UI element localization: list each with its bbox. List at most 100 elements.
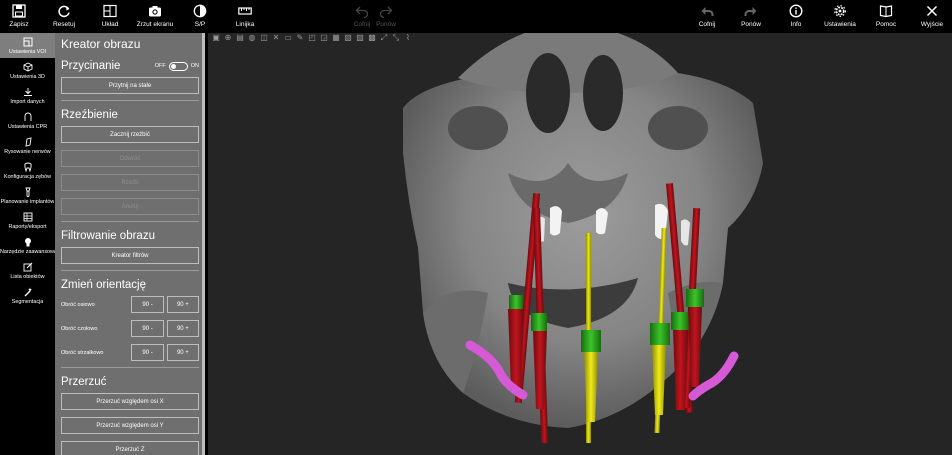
- crop-toggle[interactable]: [168, 61, 188, 71]
- 3d-viewport[interactable]: ▣ ⊕ ▤ ◍ ◫ ✕ ▭ ✎ ◰ ◲ ▦ ▧ ▨ ▩ ⤢ ⤡ ⌇: [208, 33, 952, 455]
- gear-icon: [834, 5, 846, 17]
- vp-tool-16-icon[interactable]: ⤡: [391, 33, 401, 43]
- info-icon: [789, 4, 803, 18]
- nav-data-import[interactable]: Import danych: [0, 83, 55, 108]
- vp-tool-12-icon[interactable]: ▧: [343, 33, 353, 43]
- center-redo-button[interactable]: Ponów: [374, 0, 398, 33]
- help-button[interactable]: Pomoc: [871, 0, 901, 33]
- start-sculpt-button[interactable]: Zacznij rzeźbić: [61, 126, 199, 143]
- nav-reports-export[interactable]: Raporty/eksport: [0, 208, 55, 233]
- vp-tool-7-icon[interactable]: ▭: [283, 33, 293, 43]
- invert-button[interactable]: Odwróć: [61, 150, 199, 167]
- vp-tool-10-icon[interactable]: ◲: [319, 33, 329, 43]
- nav-cpr-settings[interactable]: Ustawienia CPR: [0, 108, 55, 133]
- main-toolbar: Zapisz Resetuj Układ Zrzut ekranu S/P Li…: [0, 0, 952, 33]
- close-icon: [926, 5, 938, 17]
- image-wizard-panel: Kreator obrazu Przycinanie OFF ON Przytn…: [55, 33, 205, 455]
- rotate-coronal-row: Obróć czołowo 90 - 90 +: [61, 320, 200, 337]
- nav-object-list[interactable]: Lista obiektów: [0, 258, 55, 283]
- cancel-button[interactable]: Anuluj: [61, 198, 199, 215]
- reset-button[interactable]: Resetuj: [49, 0, 79, 33]
- vp-tool-5-icon[interactable]: ◫: [259, 33, 269, 43]
- vp-tool-1-icon[interactable]: ▣: [211, 33, 221, 43]
- crop-toggle-group: OFF ON: [155, 61, 199, 71]
- flip-x-button[interactable]: Przerzuć względem osi X: [61, 393, 199, 410]
- refresh-icon: [58, 5, 70, 18]
- cbct-render: [403, 33, 763, 444]
- rotate-sagittal-row: Obróć strzałkowo 90 - 90 +: [61, 344, 200, 361]
- toggle-on-label: ON: [190, 63, 199, 69]
- rotate-sagittal-minus-button[interactable]: 90 -: [131, 344, 164, 361]
- nav-advanced-tool[interactable]: Narzędzie zaawansowane: [0, 233, 55, 258]
- exit-button[interactable]: Wyjście: [917, 0, 947, 33]
- layout-button[interactable]: Układ: [95, 0, 125, 33]
- undo-icon: [701, 7, 714, 16]
- save-button[interactable]: Zapisz: [4, 0, 34, 33]
- vp-tool-2-icon[interactable]: ⊕: [223, 33, 233, 43]
- filter-wizard-button[interactable]: Kreator filtrów: [61, 247, 199, 264]
- nav-nerve-drawing[interactable]: Rysowanie nerwów: [0, 133, 55, 158]
- panel-scrollbar[interactable]: [202, 33, 205, 455]
- sp-button[interactable]: S/P: [185, 0, 215, 33]
- nav-3d-settings[interactable]: Ustawienia 3D: [0, 58, 55, 83]
- screenshot-button[interactable]: Zrzut ekranu: [136, 0, 174, 33]
- vp-tool-15-icon[interactable]: ⤢: [379, 33, 389, 43]
- toggle-knob: [170, 63, 176, 69]
- vp-tool-8-icon[interactable]: ✎: [295, 33, 305, 43]
- contrast-icon: [193, 4, 207, 18]
- vp-tool-4-icon[interactable]: ◍: [247, 33, 257, 43]
- vp-tool-13-icon[interactable]: ▨: [355, 33, 365, 43]
- vp-tool-9-icon[interactable]: ◰: [307, 33, 317, 43]
- rotate-axial-row: Obróć osiowo 90 - 90 +: [61, 296, 200, 313]
- camera-icon: [149, 6, 161, 17]
- sculpt-title: Rzeźbienie: [61, 109, 118, 121]
- rotate-sagittal-plus-button[interactable]: 90 +: [166, 344, 200, 361]
- undo-button[interactable]: Cofnij: [693, 0, 721, 33]
- layout-icon: [103, 4, 117, 18]
- settings-button[interactable]: Ustawienia: [820, 0, 860, 33]
- tooth-icon: [23, 162, 32, 172]
- book-icon: [879, 5, 893, 18]
- vp-tool-11-icon[interactable]: ▦: [331, 33, 341, 43]
- rotate-coronal-minus-button[interactable]: 90 -: [131, 320, 164, 337]
- cube-3d-icon: [23, 61, 32, 72]
- nav-implant-planning[interactable]: Planowanie implantów: [0, 183, 55, 208]
- crop-permanent-button[interactable]: Przytnij na stałe: [61, 77, 199, 94]
- rotate-coronal-plus-button[interactable]: 90 +: [166, 320, 200, 337]
- info-button[interactable]: Info: [782, 0, 810, 33]
- wand-icon: [24, 287, 32, 296]
- ruler-icon: [238, 7, 252, 15]
- flip-y-button[interactable]: Przerzuć względem osi Y: [61, 417, 199, 434]
- nav-segmentation[interactable]: Segmentacja: [0, 283, 55, 308]
- sculpt-section: Rzeźbienie Zacznij rzeźbić Odwróć Rzeźb …: [61, 109, 199, 222]
- flip-title: Przerzuć: [61, 376, 107, 388]
- vp-tool-17-icon[interactable]: ⌇: [403, 33, 413, 43]
- vp-tool-14-icon[interactable]: ▩: [367, 33, 377, 43]
- filter-title: Filtrowanie obrazu: [61, 230, 155, 242]
- report-icon: [23, 212, 32, 221]
- jaw-bone: [403, 33, 763, 428]
- undo-icon: [355, 6, 369, 18]
- orientation-section: Zmień orientację Obróć osiowo 90 - 90 + …: [61, 279, 200, 368]
- filter-section: Filtrowanie obrazu Kreator filtrów: [61, 230, 199, 271]
- nav-teeth-config[interactable]: Konfiguracja zębów: [0, 158, 55, 183]
- ruler-button[interactable]: Linijka: [229, 0, 261, 33]
- implant-icon: [24, 187, 31, 197]
- vp-tool-6-icon[interactable]: ✕: [271, 33, 281, 43]
- rotate-axial-minus-button[interactable]: 90 -: [131, 296, 164, 313]
- vp-tool-3-icon[interactable]: ▤: [235, 33, 245, 43]
- rotate-axial-label: Obróć osiowo: [61, 301, 95, 308]
- sculpt-button[interactable]: Rzeźb: [61, 174, 199, 191]
- rotate-axial-plus-button[interactable]: 90 +: [166, 296, 200, 313]
- viewport-toolbar: ▣ ⊕ ▤ ◍ ◫ ✕ ▭ ✎ ◰ ◲ ▦ ▧ ▨ ▩ ⤢ ⤡ ⌇: [208, 33, 413, 45]
- redo-icon: [379, 6, 393, 18]
- flip-z-button[interactable]: Przerzuć Z: [61, 441, 199, 455]
- center-undo-button[interactable]: Cofnij: [350, 0, 374, 33]
- orientation-title: Zmień orientację: [61, 279, 147, 291]
- app-window: Zapisz Resetuj Układ Zrzut ekranu S/P Li…: [0, 0, 952, 455]
- redo-button[interactable]: Ponów: [737, 0, 765, 33]
- advanced-tool-icon: [24, 237, 31, 246]
- save-icon: [12, 4, 26, 18]
- nav-voi-settings[interactable]: Ustawienia VOI: [0, 33, 55, 58]
- flip-section: Przerzuć Przerzuć względem osi X Przerzu…: [61, 376, 199, 455]
